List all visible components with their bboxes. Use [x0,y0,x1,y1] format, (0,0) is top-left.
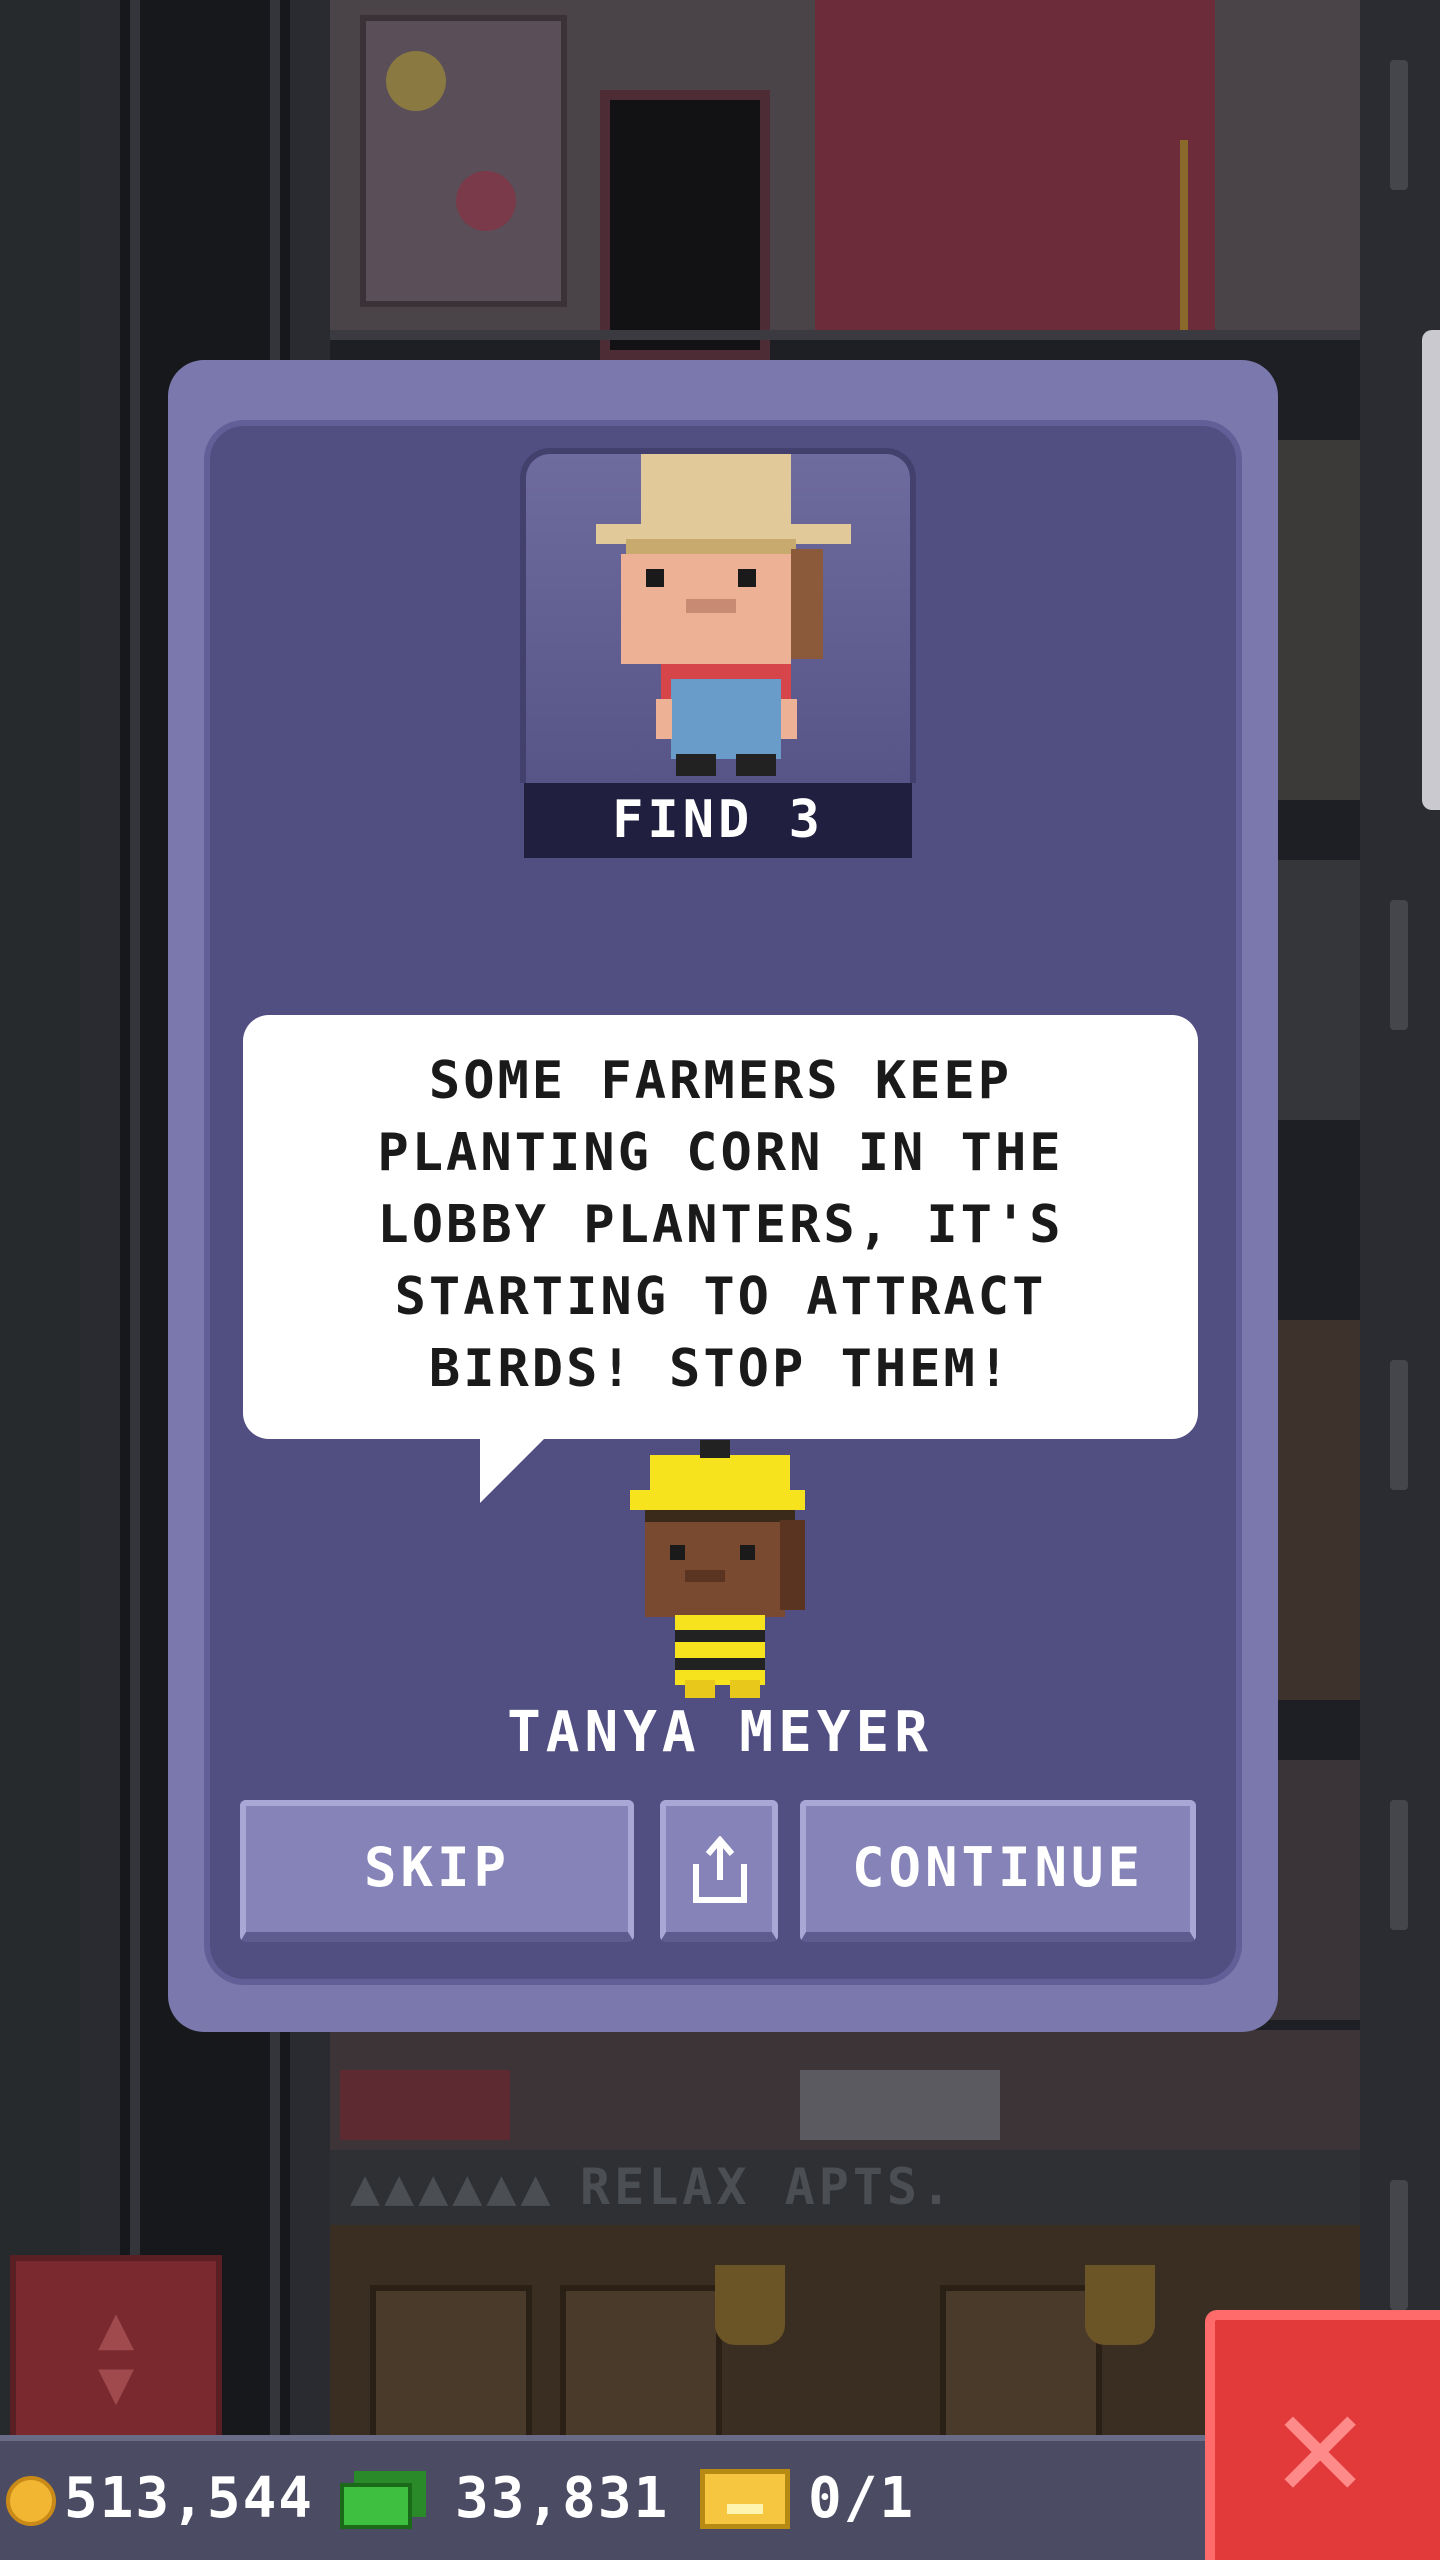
column-light [1390,900,1408,1030]
painting-shape [456,171,516,231]
floor-lamp [1180,140,1248,340]
floor-sign: ▲▲▲▲▲▲ RELAX APTS. [330,2150,1360,2225]
shaft-rail [130,0,140,2560]
chandelier [1085,2265,1155,2345]
coin-icon [6,2476,56,2526]
column-light [1390,1800,1408,1930]
share-button[interactable] [660,1800,778,1942]
table [800,2070,1000,2140]
share-icon [693,1836,747,1903]
room-door [600,90,770,360]
npc-sprite-icon [630,1440,810,1700]
coin-count: 513,544 [64,2466,315,2531]
speech-bubble: SOME FARMERS KEEP PLANTING CORN IN THE L… [243,1015,1198,1439]
left-edge [0,0,80,2560]
continue-button[interactable]: CONTINUE [800,1800,1196,1942]
elevator-button[interactable]: ▲ ▼ [10,2255,222,2447]
column-light [1390,2180,1408,2310]
sofa [340,2070,510,2140]
apartment-room-lower [330,2030,1360,2150]
close-button[interactable]: ✕ [1205,2310,1440,2560]
column-light [1390,60,1408,190]
painting-shape [386,51,446,111]
lobby-window [940,2285,1102,2447]
cash-count: 33,831 [455,2466,670,2531]
ticket-count: 0/1 [808,2466,916,2531]
up-down-arrows-icon: ▲ ▼ [97,2293,135,2418]
red-curtain [815,0,1215,340]
floor-stars: ▲▲▲▲▲▲ [350,2158,555,2216]
side-drawer-handle[interactable] [1422,330,1440,810]
speech-bubble-tail [480,1438,545,1503]
skip-button[interactable]: SKIP [240,1800,634,1942]
chandelier [715,2265,785,2345]
lobby-window [370,2285,532,2447]
column-light [1390,1360,1408,1490]
lobby-window [560,2285,722,2447]
portrait-label: FIND 3 [524,783,912,858]
target-portrait: FIND 3 [520,448,916,858]
portrait-frame [520,448,916,783]
cash-icon [340,2471,426,2531]
npc-name: TANYA MEYER [507,1700,933,1765]
close-icon: ✕ [1275,2358,1366,2532]
floor-divider [330,330,1360,340]
golden-ticket-icon [700,2469,790,2529]
floor-sign-label: RELAX APTS. [580,2158,956,2216]
wall-painting [360,15,567,307]
mission-message: SOME FARMERS KEEP PLANTING CORN IN THE L… [377,1051,1064,1399]
